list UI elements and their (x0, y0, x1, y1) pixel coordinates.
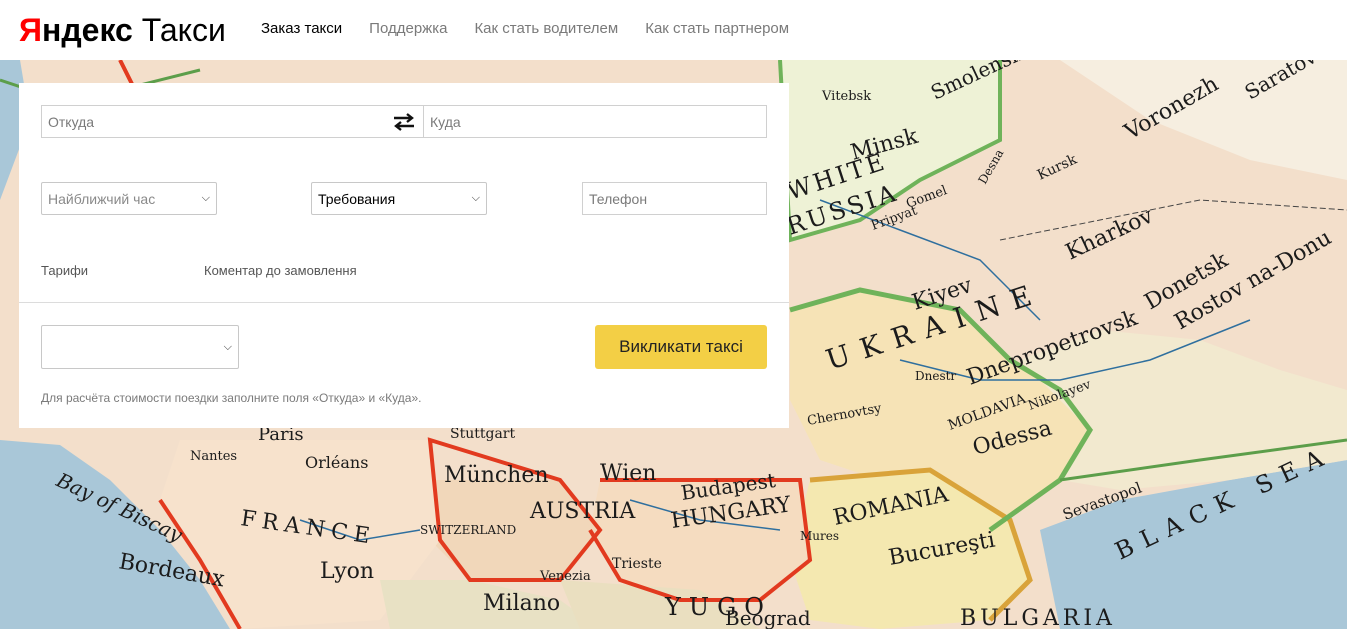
map-label: Dnestr (915, 369, 956, 383)
requirements-select[interactable]: Требования ⌵ (311, 182, 487, 215)
swap-button[interactable] (384, 105, 424, 138)
phone-input[interactable] (582, 182, 767, 215)
price-hint: Для расчёта стоимости поездки заполните … (41, 391, 422, 405)
map-label: Lyon (320, 559, 374, 584)
yandex-taxi-logo[interactable]: Яндекс Такси (19, 10, 226, 50)
tariffs-link[interactable]: Тарифи (41, 263, 88, 278)
map-label: Milano (483, 591, 560, 616)
map-label: Nantes (190, 449, 237, 464)
nav-become-driver[interactable]: Как стать водителем (474, 20, 618, 37)
nav-order-taxi[interactable]: Заказ такси (261, 20, 342, 37)
map-label: München (444, 463, 549, 488)
time-select[interactable]: Найближчий час ⌵ (41, 182, 217, 215)
chevron-down-icon: ⌵ (471, 192, 480, 204)
map-label: BULGARIA (960, 606, 1116, 629)
order-comment-link[interactable]: Коментар до замовлення (204, 263, 357, 278)
time-select-value: Найближчий час (48, 190, 156, 207)
map-label: Mures (800, 529, 839, 543)
requirements-select-value: Требования (318, 190, 396, 207)
map-label: Vitebsk (821, 89, 871, 104)
payment-select[interactable]: ⌵ (41, 325, 239, 369)
main-nav: Заказ такси Поддержка Как стать водителе… (261, 20, 816, 37)
site-header: Яндекс Такси Заказ такси Поддержка Как с… (0, 0, 1347, 60)
order-form-card: Найближчий час ⌵ Требования ⌵ Тарифи Ком… (19, 83, 789, 428)
map-label: Trieste (612, 556, 662, 572)
logo-ya: Я (19, 12, 42, 48)
chevron-down-icon: ⌵ (201, 192, 210, 204)
swap-arrows-icon (394, 112, 414, 131)
map-label: Stuttgart (450, 426, 515, 442)
logo-ndeks: ндекс (42, 12, 133, 48)
nav-become-partner[interactable]: Как стать партнером (645, 20, 789, 37)
to-input[interactable] (423, 105, 767, 138)
map-label: SWITZERLAND (420, 523, 516, 537)
from-input[interactable] (41, 105, 385, 138)
map-label: Beograd (725, 606, 811, 629)
nav-support[interactable]: Поддержка (369, 20, 447, 37)
form-divider (19, 302, 789, 303)
logo-taxi: Такси (141, 12, 226, 48)
map-label: Venezia (539, 569, 591, 584)
map-label: Wien (600, 461, 656, 486)
call-taxi-button[interactable]: Викликати таксі (595, 325, 767, 369)
map-label: AUSTRIA (529, 499, 636, 524)
map-label: Orléans (305, 453, 368, 472)
chevron-down-icon: ⌵ (223, 340, 232, 353)
